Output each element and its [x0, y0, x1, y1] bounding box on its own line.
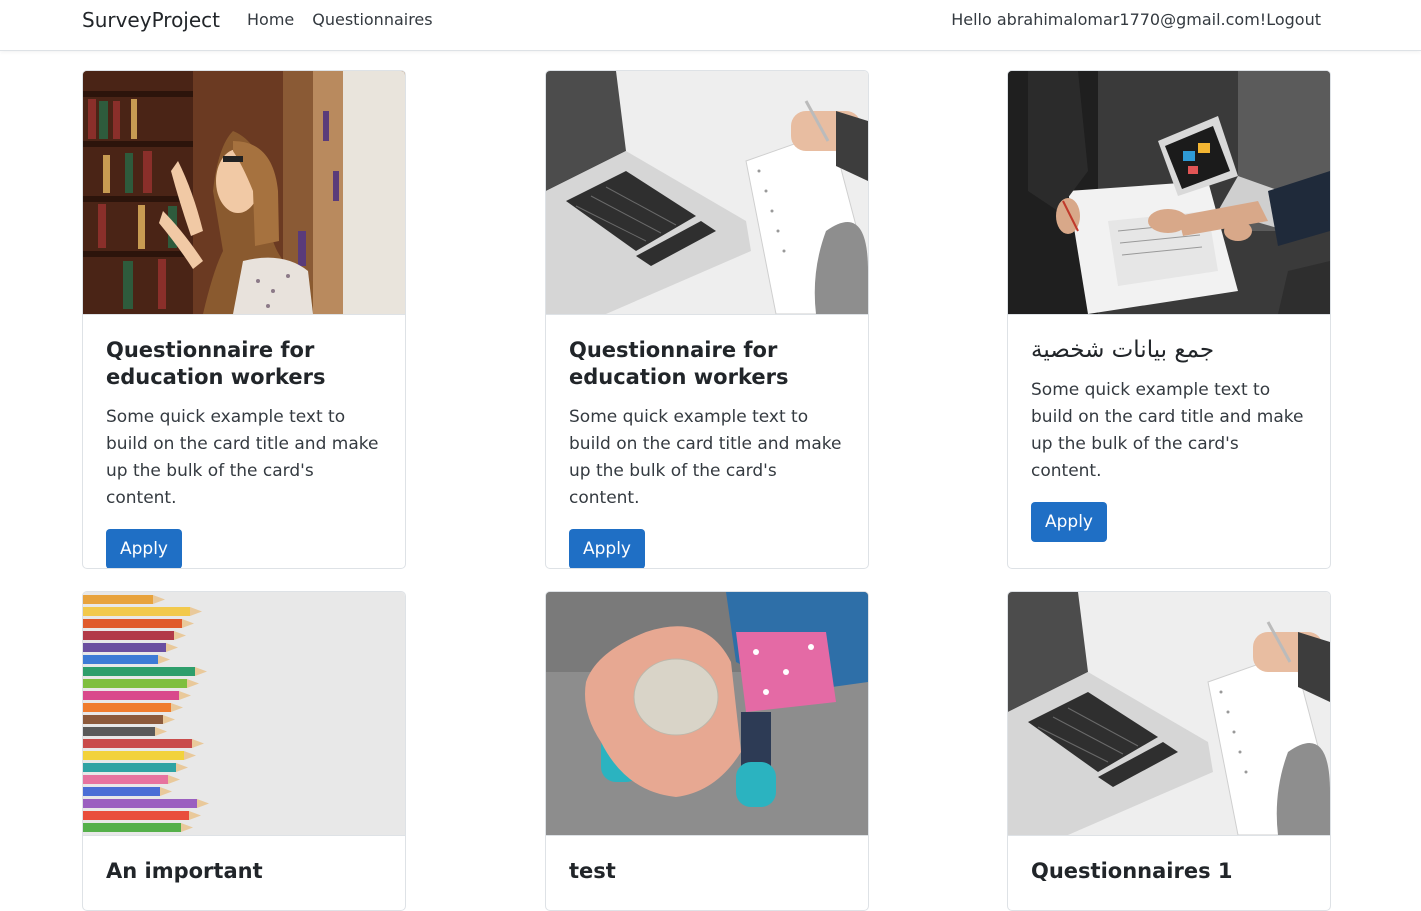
laptop-and-notebook-photo [1008, 592, 1330, 836]
card-text: Some quick example text to build on the … [106, 407, 379, 508]
card-title: test [569, 859, 616, 883]
questionnaire-card: test [545, 591, 869, 911]
colored-pencils-photo [83, 592, 405, 836]
brand-link[interactable]: SurveyProject [82, 6, 220, 34]
user-nav: Hello abrahimalomar1770@gmail.com! Logou… [951, 8, 1321, 32]
questionnaire-card: Questionnaire for education workers Some… [545, 70, 869, 569]
questionnaire-card: جمع بيانات شخصية Some quick example text… [1007, 70, 1331, 569]
questionnaire-card: Questionnaires 1 [1007, 591, 1331, 911]
team-meeting-laptop-photo [1008, 71, 1330, 315]
user-greeting-link[interactable]: Hello abrahimalomar1770@gmail.com! [951, 8, 1266, 32]
card-title: Questionnaire for education workers [106, 338, 326, 389]
apply-button[interactable]: Apply [1031, 502, 1107, 542]
woman-in-library-photo [83, 71, 405, 315]
card-title: Questionnaires 1 [1031, 859, 1233, 883]
card-title: Questionnaire for education workers [569, 338, 789, 389]
nav-questionnaires-link[interactable]: Questionnaires [312, 8, 432, 32]
apply-button[interactable]: Apply [106, 529, 182, 568]
cooperative-stone-photo [546, 592, 868, 836]
questionnaire-card: An important [82, 591, 406, 911]
card-title: An important [106, 859, 263, 883]
card-text: Some quick example text to build on the … [1031, 380, 1304, 481]
card-text: Some quick example text to build on the … [569, 407, 842, 508]
top-navbar: SurveyProject Home Questionnaires Hello … [0, 0, 1421, 51]
primary-nav: Home Questionnaires [247, 8, 451, 32]
logout-link[interactable]: Logout [1266, 8, 1321, 32]
card-title: جمع بيانات شخصية [1031, 337, 1215, 363]
questionnaire-card: Questionnaire for education workers Some… [82, 70, 406, 569]
nav-home-link[interactable]: Home [247, 8, 294, 32]
laptop-and-notebook-photo [546, 71, 868, 315]
apply-button[interactable]: Apply [569, 529, 645, 568]
